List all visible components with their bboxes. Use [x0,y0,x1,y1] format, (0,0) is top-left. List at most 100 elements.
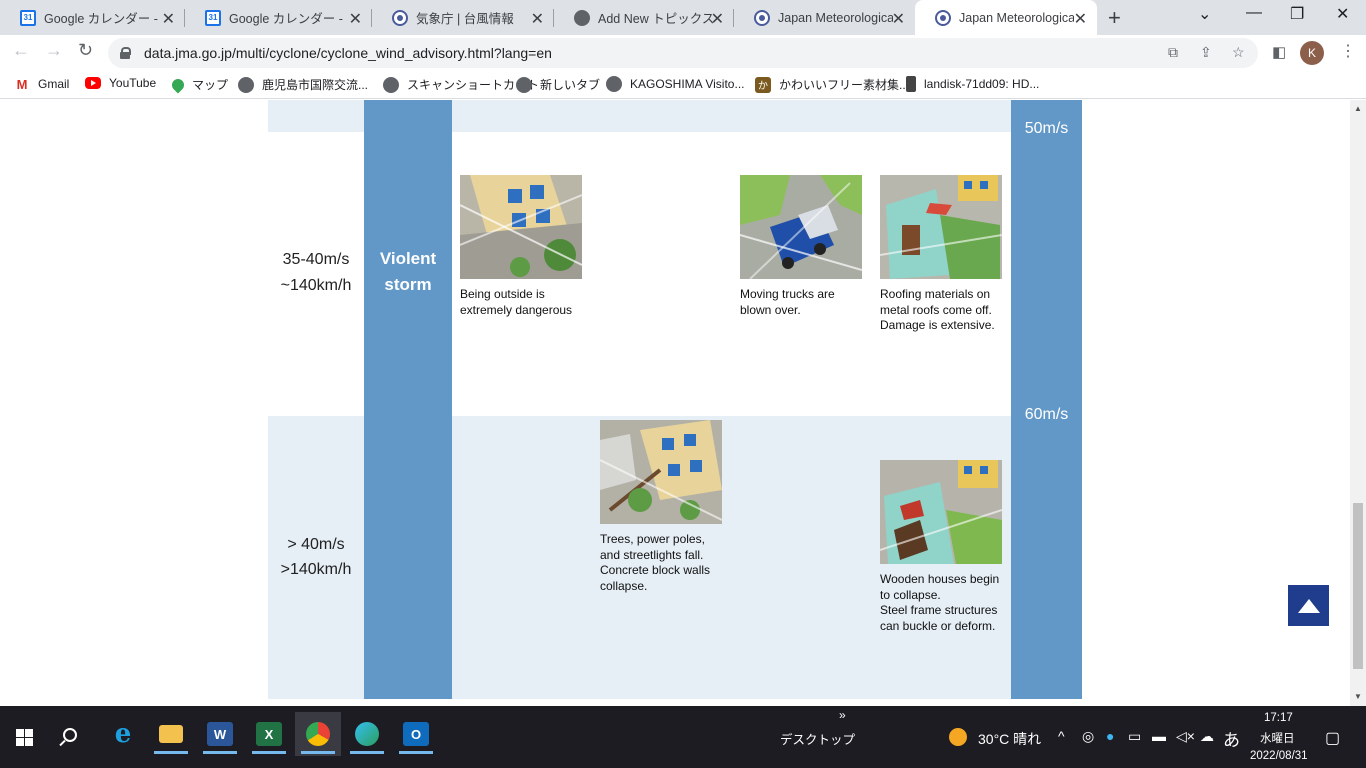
close-tab-icon[interactable]: ✕ [711,9,724,29]
tab-title: 気象庁 | 台風情報 [416,12,514,26]
tab-jma-english-1[interactable]: Japan Meteorological ✕ [734,0,915,35]
tab-jma-english-active[interactable]: Japan Meteorological ✕ [915,0,1097,35]
taskbar-internet-explorer[interactable]: e [100,712,146,756]
bookmark-star-icon[interactable]: ☆ [1232,44,1245,61]
jma-icon [754,9,770,26]
new-tab-icon[interactable]: + [1108,5,1121,31]
file-explorer-icon [159,725,183,743]
back-to-top-button[interactable] [1288,585,1329,626]
back-arrow-icon[interactable]: ← [12,40,30,61]
people-outside-illustration [460,175,582,279]
word-icon: W [207,722,233,746]
network-icon[interactable]: ▭ [1128,728,1141,745]
side-panel-icon[interactable]: ◧ [1272,43,1286,61]
globe-icon [574,9,590,26]
url-text[interactable]: data.jma.go.jp/multi/cyclone/cyclone_win… [144,45,552,61]
tab-jma-typhoon[interactable]: 気象庁 | 台風情報 ✕ [372,0,554,35]
taskbar-file-explorer[interactable] [148,712,194,756]
profile-avatar[interactable]: K [1300,41,1324,65]
outlook-icon: O [403,722,429,746]
bookmark-label: 鹿児島市国際交流... [262,78,369,92]
taskbar-outlook[interactable]: O [393,712,439,756]
jma-icon [392,9,408,26]
taskbar-word[interactable]: W [197,712,243,756]
desktop-toolbar-label[interactable]: デスクトップ [780,729,855,748]
forward-arrow-icon[interactable]: → [45,40,63,61]
bookmark-gmail[interactable]: M Gmail [14,76,70,92]
close-tab-icon[interactable]: ✕ [349,9,362,29]
camera-icon[interactable]: ◎ [1082,728,1094,745]
tab-google-calendar-1[interactable]: 31 Google カレンダー - 2022 ✕ [0,0,185,35]
windows-taskbar: e W X O » デスクトップ 30°C 晴れ ^ ◎ ● ▭ ▬ ◁× ☁ … [0,706,1366,768]
bookmark-label: landisk-71dd09: HD... [924,77,1040,91]
caption: Roofing materials on metal roofs come of… [880,287,995,332]
caption: Trees, power poles, and streetlights fal… [600,532,711,593]
scroll-up-icon[interactable]: ▲ [1354,104,1362,113]
bookmark-kawaii-free[interactable]: か かわいいフリー素材集... [755,76,909,93]
bookmark-label: YouTube [109,76,157,90]
weather-text[interactable]: 30°C 晴れ [978,729,1041,749]
battery-icon[interactable]: ▬ [1152,728,1166,744]
gmail-icon: M [16,76,28,92]
bookmark-youtube[interactable]: YouTube [85,76,156,90]
share-icon[interactable]: ⇪ [1200,44,1212,61]
caption: Wooden houses begin to collapse. Steel f… [880,572,1000,633]
taskbar-excel[interactable]: X [246,712,292,756]
onedrive-icon[interactable]: ● [1106,728,1114,744]
windows-start-icon[interactable] [16,729,33,746]
close-tab-icon[interactable]: ✕ [162,9,175,29]
clock-weekday[interactable]: 水曜日 [1260,730,1295,746]
bookmark-label: かわいいフリー素材集... [779,78,910,92]
close-tab-icon[interactable]: ✕ [531,9,544,29]
bookmark-maps[interactable]: マップ [169,76,228,93]
tab-google-calendar-2[interactable]: 31 Google カレンダー - 2022 ✕ [185,0,372,35]
bookmark-kagoshima-visitor[interactable]: KAGOSHIMA Visito... [606,76,744,92]
bookmark-landisk[interactable]: landisk-71dd09: HD... [906,76,1039,92]
close-window-icon[interactable]: ✕ [1336,4,1349,24]
bookmark-kagoshima-intl[interactable]: 鹿児島市国際交流... [238,76,368,93]
close-tab-icon[interactable]: ✕ [1074,9,1087,29]
scroll-down-icon[interactable]: ▼ [1354,692,1362,701]
clock-time[interactable]: 17:17 [1264,712,1293,724]
bookmark-new-tab[interactable]: 新しいタブ [516,76,600,93]
youtube-icon [85,77,101,89]
speaker-muted-icon[interactable]: ◁× [1176,728,1195,745]
kebab-menu-icon[interactable]: ⋮ [1340,41,1356,61]
search-icon[interactable] [63,728,77,742]
lock-icon[interactable] [120,47,131,59]
tab-search-chevron-icon[interactable]: ⌄ [1198,4,1211,24]
maps-icon [169,76,187,93]
cloud-error-icon[interactable]: ☁ [1200,728,1214,745]
wind-speed-ms: > 40m/s [287,536,345,553]
taskbar-chrome[interactable] [295,712,341,756]
translate-icon[interactable]: ⧉ [1168,44,1178,61]
address-bar[interactable]: data.jma.go.jp/multi/cyclone/cyclone_win… [108,38,1258,68]
tab-title: Japan Meteorological [778,10,893,25]
page-viewport[interactable]: Violent storm 50m/s 60m/s 35-40m/s ~140km… [0,100,1350,706]
sun-icon[interactable] [949,728,967,746]
taskbar-edge[interactable] [344,712,390,756]
minimize-icon[interactable]: — [1246,4,1262,22]
caption: Being outside is extremely dangerous [460,287,573,317]
disk-icon [906,76,916,92]
speed-mark-50: 50m/s [1024,120,1069,137]
reload-icon[interactable]: ↻ [78,40,93,61]
scrollbar-thumb[interactable] [1353,503,1363,669]
close-tab-icon[interactable]: ✕ [892,9,905,29]
excel-icon: X [256,722,282,746]
clock-date[interactable]: 2022/08/31 [1250,750,1308,762]
vertical-scrollbar[interactable]: ▲ ▼ [1350,100,1366,706]
tab-title: Google カレンダー - 2022 [229,12,344,26]
tab-add-new-topics[interactable]: Add New トピックス(外国 ✕ [554,0,734,35]
truck-overturned-illustration [740,175,862,279]
maximize-icon[interactable]: ❐ [1290,4,1304,24]
chevron-up-icon[interactable]: ^ [1058,728,1065,744]
notification-icon[interactable]: ▢ [1325,728,1340,748]
wind-speed-kmh: ~140km/h [280,277,352,294]
tab-title: Google カレンダー - 2022 [44,12,159,26]
wind-speed-scale-column [1011,100,1082,699]
wind-speed-kmh: >140km/h [280,561,352,578]
ime-indicator[interactable]: あ [1223,726,1240,751]
bookmark-label: Gmail [38,77,70,91]
overflow-chevron[interactable]: » [839,708,846,722]
